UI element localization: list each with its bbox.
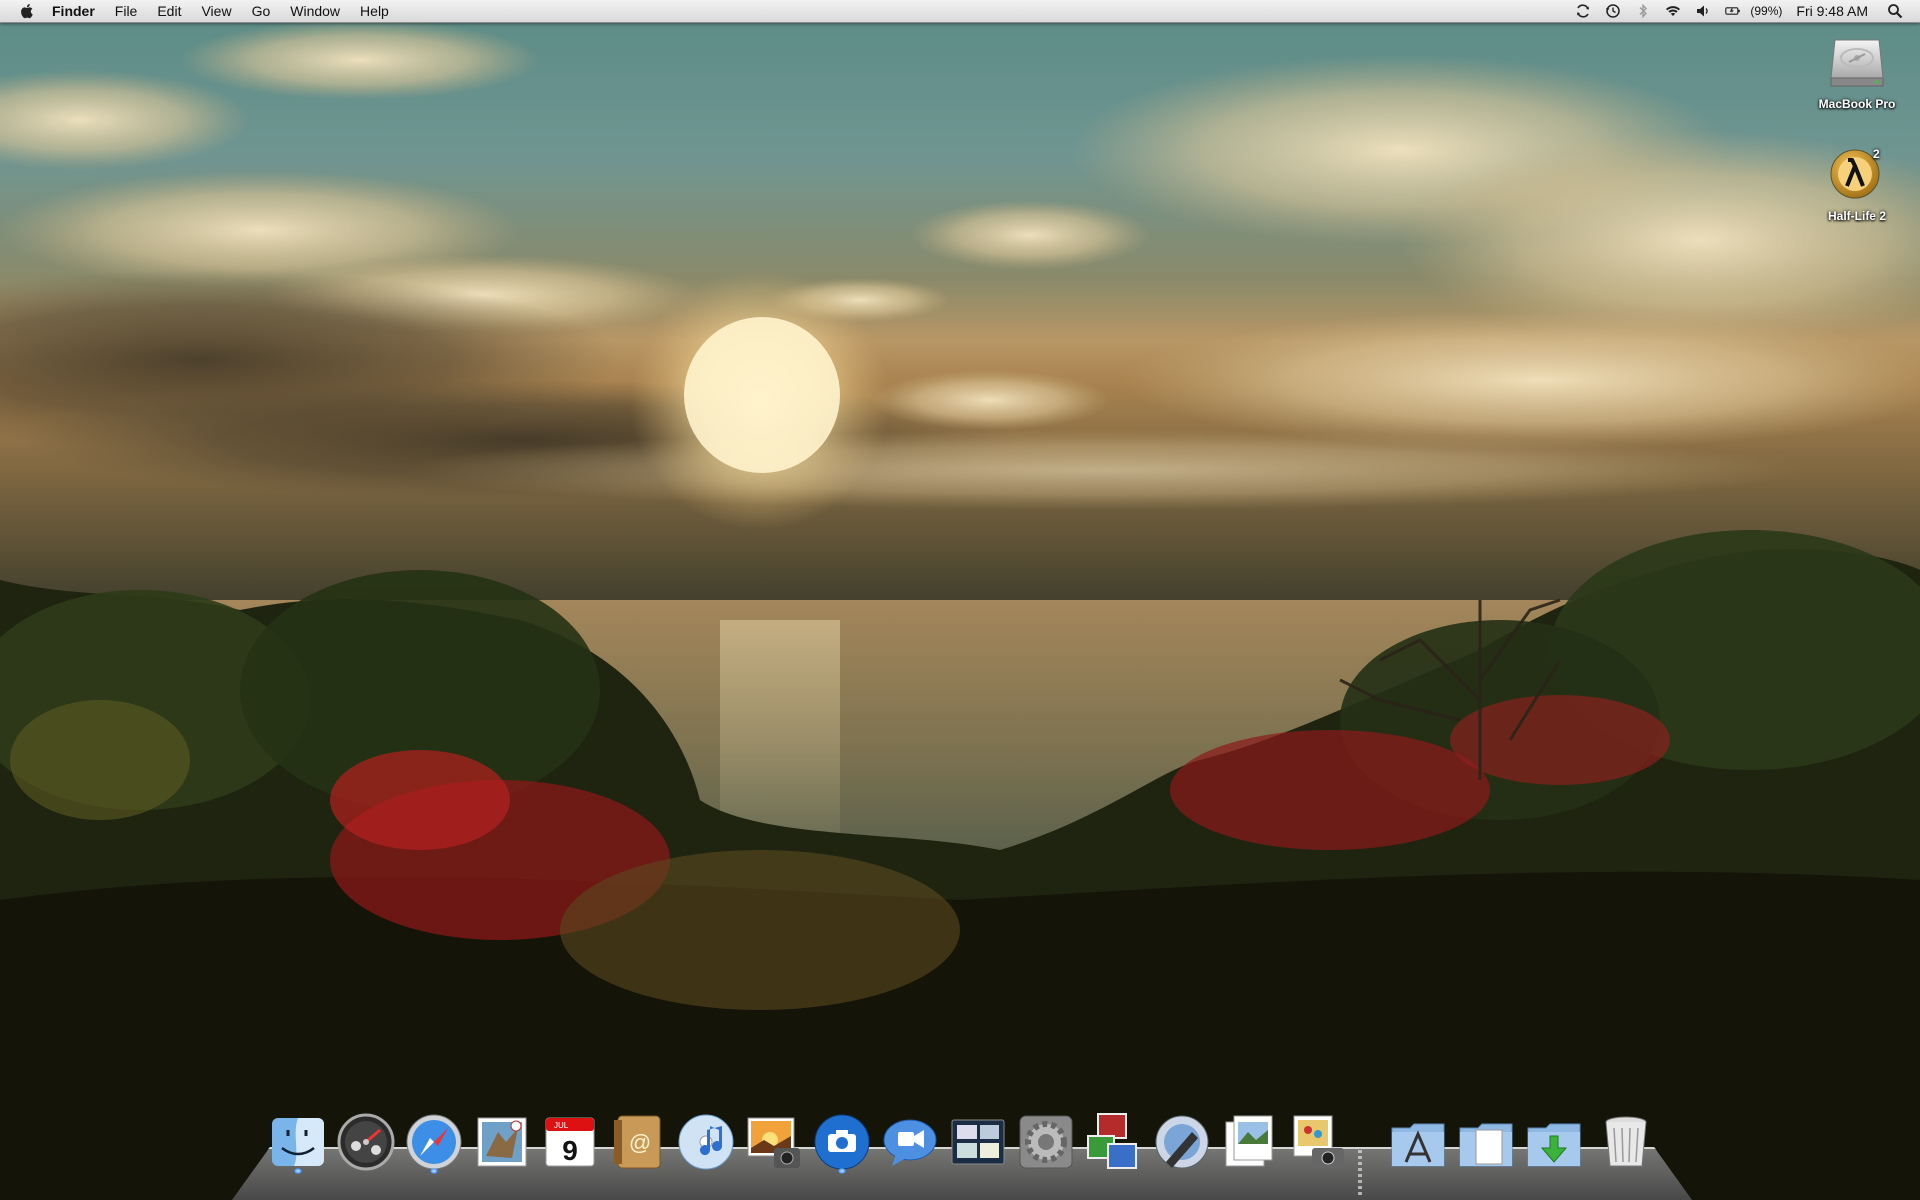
dock-spaces[interactable] — [1084, 1112, 1144, 1172]
hard-drive-icon — [1830, 39, 1884, 87]
menu-app-name[interactable]: Finder — [46, 0, 105, 22]
bluetooth-icon[interactable] — [1634, 3, 1652, 19]
desktop-wallpaper — [0, 0, 1920, 1200]
apple-menu-icon[interactable] — [18, 2, 36, 20]
half-life-2-icon: 2 — [1830, 147, 1880, 199]
gear-icon — [1019, 1115, 1073, 1169]
dock-ical[interactable]: JUL 9 — [540, 1112, 600, 1172]
dock-downloads-stack[interactable] — [1524, 1112, 1584, 1172]
menu-view[interactable]: View — [191, 0, 241, 22]
desktop-icon-macbook-pro[interactable]: MacBook Pro — [1802, 28, 1912, 111]
running-indicator — [838, 1168, 846, 1174]
ichat-icon — [883, 1119, 937, 1166]
spotlight-icon[interactable] — [1886, 3, 1904, 19]
dock-finder[interactable] — [268, 1112, 328, 1172]
menu-clock[interactable]: Fri 9:48 AM — [1796, 3, 1868, 19]
dashboard-icon — [337, 1113, 395, 1171]
calendar-icon: JUL 9 — [545, 1117, 595, 1167]
iphoto-icon — [747, 1117, 800, 1168]
menu-bar: Finder File Edit View Go Window Help (99… — [0, 0, 1920, 23]
menu-edit[interactable]: Edit — [147, 0, 191, 22]
itunes-icon — [678, 1114, 734, 1170]
menu-go[interactable]: Go — [242, 0, 281, 22]
running-indicator — [430, 1168, 438, 1174]
svg-text:2: 2 — [1873, 147, 1880, 161]
battery-percent[interactable]: (99%) — [1750, 4, 1782, 18]
dock-ichat[interactable] — [880, 1112, 940, 1172]
camera-icon — [814, 1114, 870, 1170]
menu-file[interactable]: File — [105, 0, 148, 22]
dock-trash[interactable] — [1596, 1112, 1656, 1172]
dock-iphoto[interactable] — [744, 1112, 804, 1172]
dock-expose[interactable] — [948, 1112, 1008, 1172]
dock-system-preferences[interactable] — [1016, 1112, 1076, 1172]
finder-icon — [272, 1118, 324, 1166]
dock: JUL 9 @ — [0, 1100, 1920, 1200]
utility-icon — [1155, 1115, 1209, 1169]
calendar-day: 9 — [562, 1135, 578, 1166]
calendar-month: JUL — [554, 1121, 569, 1130]
dock-preview[interactable] — [1220, 1112, 1280, 1172]
dock-itunes[interactable] — [676, 1112, 736, 1172]
battery-icon[interactable] — [1724, 3, 1742, 19]
menu-window[interactable]: Window — [280, 0, 350, 22]
dock-safari[interactable] — [404, 1112, 464, 1172]
dock-documents-stack[interactable] — [1456, 1112, 1516, 1172]
applications-folder-icon — [1391, 1123, 1445, 1167]
dock-directory-utility[interactable] — [1152, 1112, 1212, 1172]
dock-dashboard[interactable] — [336, 1112, 396, 1172]
image-capture-icon — [1293, 1115, 1344, 1168]
spaces-icon — [1087, 1113, 1137, 1169]
dock-mail[interactable] — [472, 1112, 532, 1172]
trash-icon — [1605, 1116, 1647, 1167]
desktop-icon-label: MacBook Pro — [1818, 97, 1896, 111]
volume-icon[interactable] — [1694, 3, 1712, 19]
dock-image-capture-2[interactable] — [1288, 1112, 1348, 1172]
expose-icon — [951, 1119, 1005, 1165]
running-indicator — [294, 1168, 302, 1174]
wifi-icon[interactable] — [1664, 3, 1682, 19]
safari-icon — [406, 1114, 462, 1170]
menu-bar-left: Finder File Edit View Go Window Help — [0, 0, 399, 22]
menu-bar-extras: (99%) Fri 9:48 AM — [1568, 0, 1920, 22]
dock-image-capture[interactable] — [812, 1112, 872, 1172]
dock-address-book[interactable]: @ — [608, 1112, 668, 1172]
time-machine-icon[interactable] — [1604, 3, 1622, 19]
address-book-icon: @ — [614, 1115, 661, 1169]
dock-separator — [1358, 1150, 1362, 1196]
desktop-icon-label: Half-Life 2 — [1827, 209, 1886, 223]
downloads-folder-icon — [1527, 1123, 1581, 1167]
dock-applications-stack[interactable] — [1388, 1112, 1448, 1172]
desktop-icon-half-life-2[interactable]: 2 Half-Life 2 — [1802, 140, 1912, 223]
menu-help[interactable]: Help — [350, 0, 399, 22]
mail-icon — [477, 1117, 527, 1167]
preview-icon — [1225, 1115, 1273, 1167]
svg-text:@: @ — [629, 1130, 651, 1155]
documents-folder-icon — [1459, 1123, 1513, 1167]
sync-icon[interactable] — [1574, 3, 1592, 19]
